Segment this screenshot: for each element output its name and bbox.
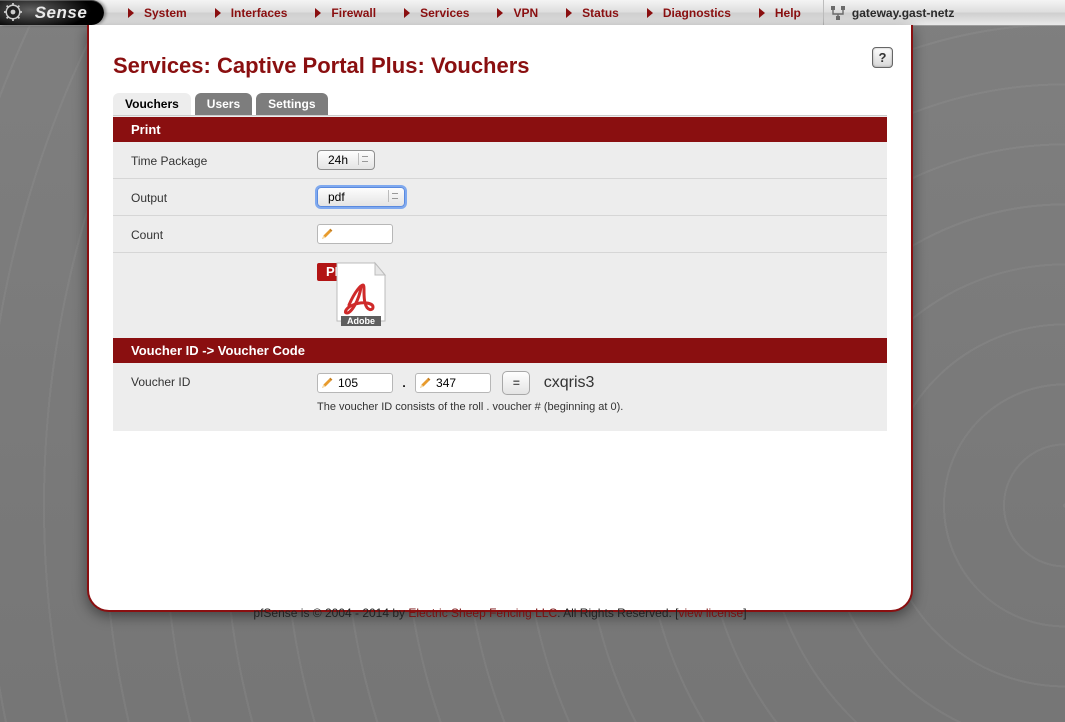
label-output: Output [113,179,299,216]
tab-strip: VouchersUsersSettings [113,93,887,115]
menu-services[interactable]: Services [390,0,483,25]
menu-label: Firewall [331,6,376,20]
hostname-text: gateway.gast-netz [852,6,954,20]
menu-help[interactable]: Help [745,0,815,25]
pdf-icon: PDF Adobe [317,261,389,327]
chevron-right-icon [404,8,410,18]
voucher-roll-input[interactable] [317,373,393,393]
chevron-right-icon [759,8,765,18]
menu-label: Help [775,6,801,20]
content-card: ? Services: Captive Portal Plus: Voucher… [87,25,913,612]
menu-label: Diagnostics [663,6,731,20]
separator-dot: . [402,376,405,390]
print-form: Time Package 24h Output [113,142,887,338]
tab-settings[interactable]: Settings [256,93,327,115]
menu-label: Services [420,6,469,20]
menu-diagnostics[interactable]: Diagnostics [633,0,745,25]
chevron-right-icon [647,8,653,18]
network-icon [830,5,846,21]
menu-label: System [144,6,187,20]
tab-vouchers[interactable]: Vouchers [113,93,191,115]
top-menu-bar: Sense System Interfaces Firewall Services VP… [0,0,1065,26]
output-select[interactable]: pdf [317,187,405,207]
help-button[interactable]: ? [872,47,893,68]
chevron-right-icon [128,8,134,18]
chevron-right-icon [215,8,221,18]
menu-vpn[interactable]: VPN [483,0,552,25]
brand-logo: Sense [0,0,104,25]
main-menu: System Interfaces Firewall Services VPN Statu… [104,0,815,25]
voucher-id-hint: The voucher ID consists of the roll . vo… [317,401,869,413]
lookup-form: Voucher ID . = cxqris3 The vo [113,363,887,421]
voucher-number-input[interactable] [415,373,491,393]
page-title: Services: Captive Portal Plus: Vouchers [113,53,887,79]
label-voucher-id: Voucher ID [113,363,299,421]
form-panel: Print Time Package 24h Output [113,115,887,431]
time-package-select[interactable]: 24h [317,150,375,170]
menu-label: Interfaces [231,6,288,20]
brand-text: Sense [35,3,88,23]
voucher-code-output: cxqris3 [544,374,595,391]
menu-label: Status [582,6,619,20]
menu-interfaces[interactable]: Interfaces [201,0,302,25]
menu-firewall[interactable]: Firewall [301,0,390,25]
generate-pdf-button[interactable]: PDF Adobe [317,261,389,330]
count-input[interactable] [317,224,393,244]
label-time-package: Time Package [113,142,299,179]
section-header-print: Print [113,117,887,142]
question-icon: ? [879,50,887,65]
hostname-box: gateway.gast-netz [823,0,964,25]
footer-copyright: pfSense is © 2004 - 2014 by Electric She… [89,606,911,620]
tab-users[interactable]: Users [195,93,252,115]
label-count: Count [113,216,299,253]
chevron-right-icon [497,8,503,18]
svg-text:Adobe: Adobe [347,316,375,326]
chevron-right-icon [566,8,572,18]
chevron-right-icon [315,8,321,18]
menu-label: VPN [513,6,538,20]
section-header-lookup: Voucher ID -> Voucher Code [113,338,887,363]
footer-link-esf[interactable]: Electric Sheep Fencing LLC [408,606,557,620]
gear-icon [4,3,22,21]
menu-status[interactable]: Status [552,0,633,25]
menu-system[interactable]: System [114,0,201,25]
footer-link-license[interactable]: view license [679,606,744,620]
lookup-equals-button[interactable]: = [502,371,530,395]
